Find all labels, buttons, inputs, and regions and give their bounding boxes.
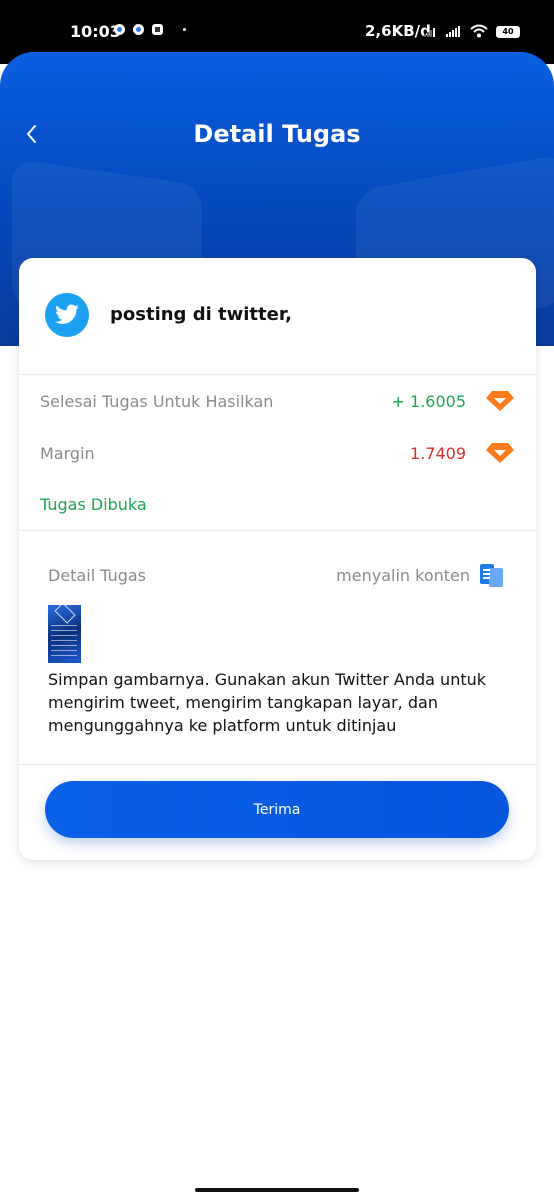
app-notification-icon xyxy=(133,24,144,35)
reward-label: Selesai Tugas Untuk Hasilkan xyxy=(40,392,274,411)
signal-icon xyxy=(446,25,460,37)
margin-label: Margin xyxy=(40,444,95,463)
task-status: Tugas Dibuka xyxy=(40,495,147,514)
app-notification-icon xyxy=(114,24,125,35)
home-indicator[interactable] xyxy=(195,1188,359,1192)
task-image-thumbnail[interactable] xyxy=(48,605,81,663)
margin-value: 1.7409 xyxy=(410,444,466,463)
task-card: posting di twitter, Selesai Tugas Untuk … xyxy=(19,258,536,860)
accept-button[interactable]: Terima xyxy=(45,781,509,838)
task-description: Simpan gambarnya. Gunakan akun Twitter A… xyxy=(48,670,487,735)
copy-icon[interactable] xyxy=(479,563,504,588)
copy-content-link[interactable]: menyalin konten xyxy=(336,566,470,585)
diamond-icon xyxy=(486,443,514,463)
battery-icon: 40 xyxy=(496,26,520,38)
page-title: Detail Tugas xyxy=(193,120,361,148)
signal-icon xyxy=(424,25,435,37)
app-notification-icon xyxy=(152,24,163,35)
notification-icons xyxy=(114,24,186,35)
wifi-icon xyxy=(470,24,488,38)
network-speed: 2,6KB/d xyxy=(365,22,431,40)
task-name: posting di twitter, xyxy=(110,304,292,325)
more-notifications-icon xyxy=(183,28,186,31)
divider xyxy=(19,374,536,375)
divider xyxy=(19,530,536,531)
details-label: Detail Tugas xyxy=(48,566,146,585)
diamond-icon xyxy=(486,391,514,411)
twitter-icon xyxy=(45,293,89,337)
reward-value: + 1.6005 xyxy=(391,392,466,411)
divider xyxy=(19,764,536,765)
